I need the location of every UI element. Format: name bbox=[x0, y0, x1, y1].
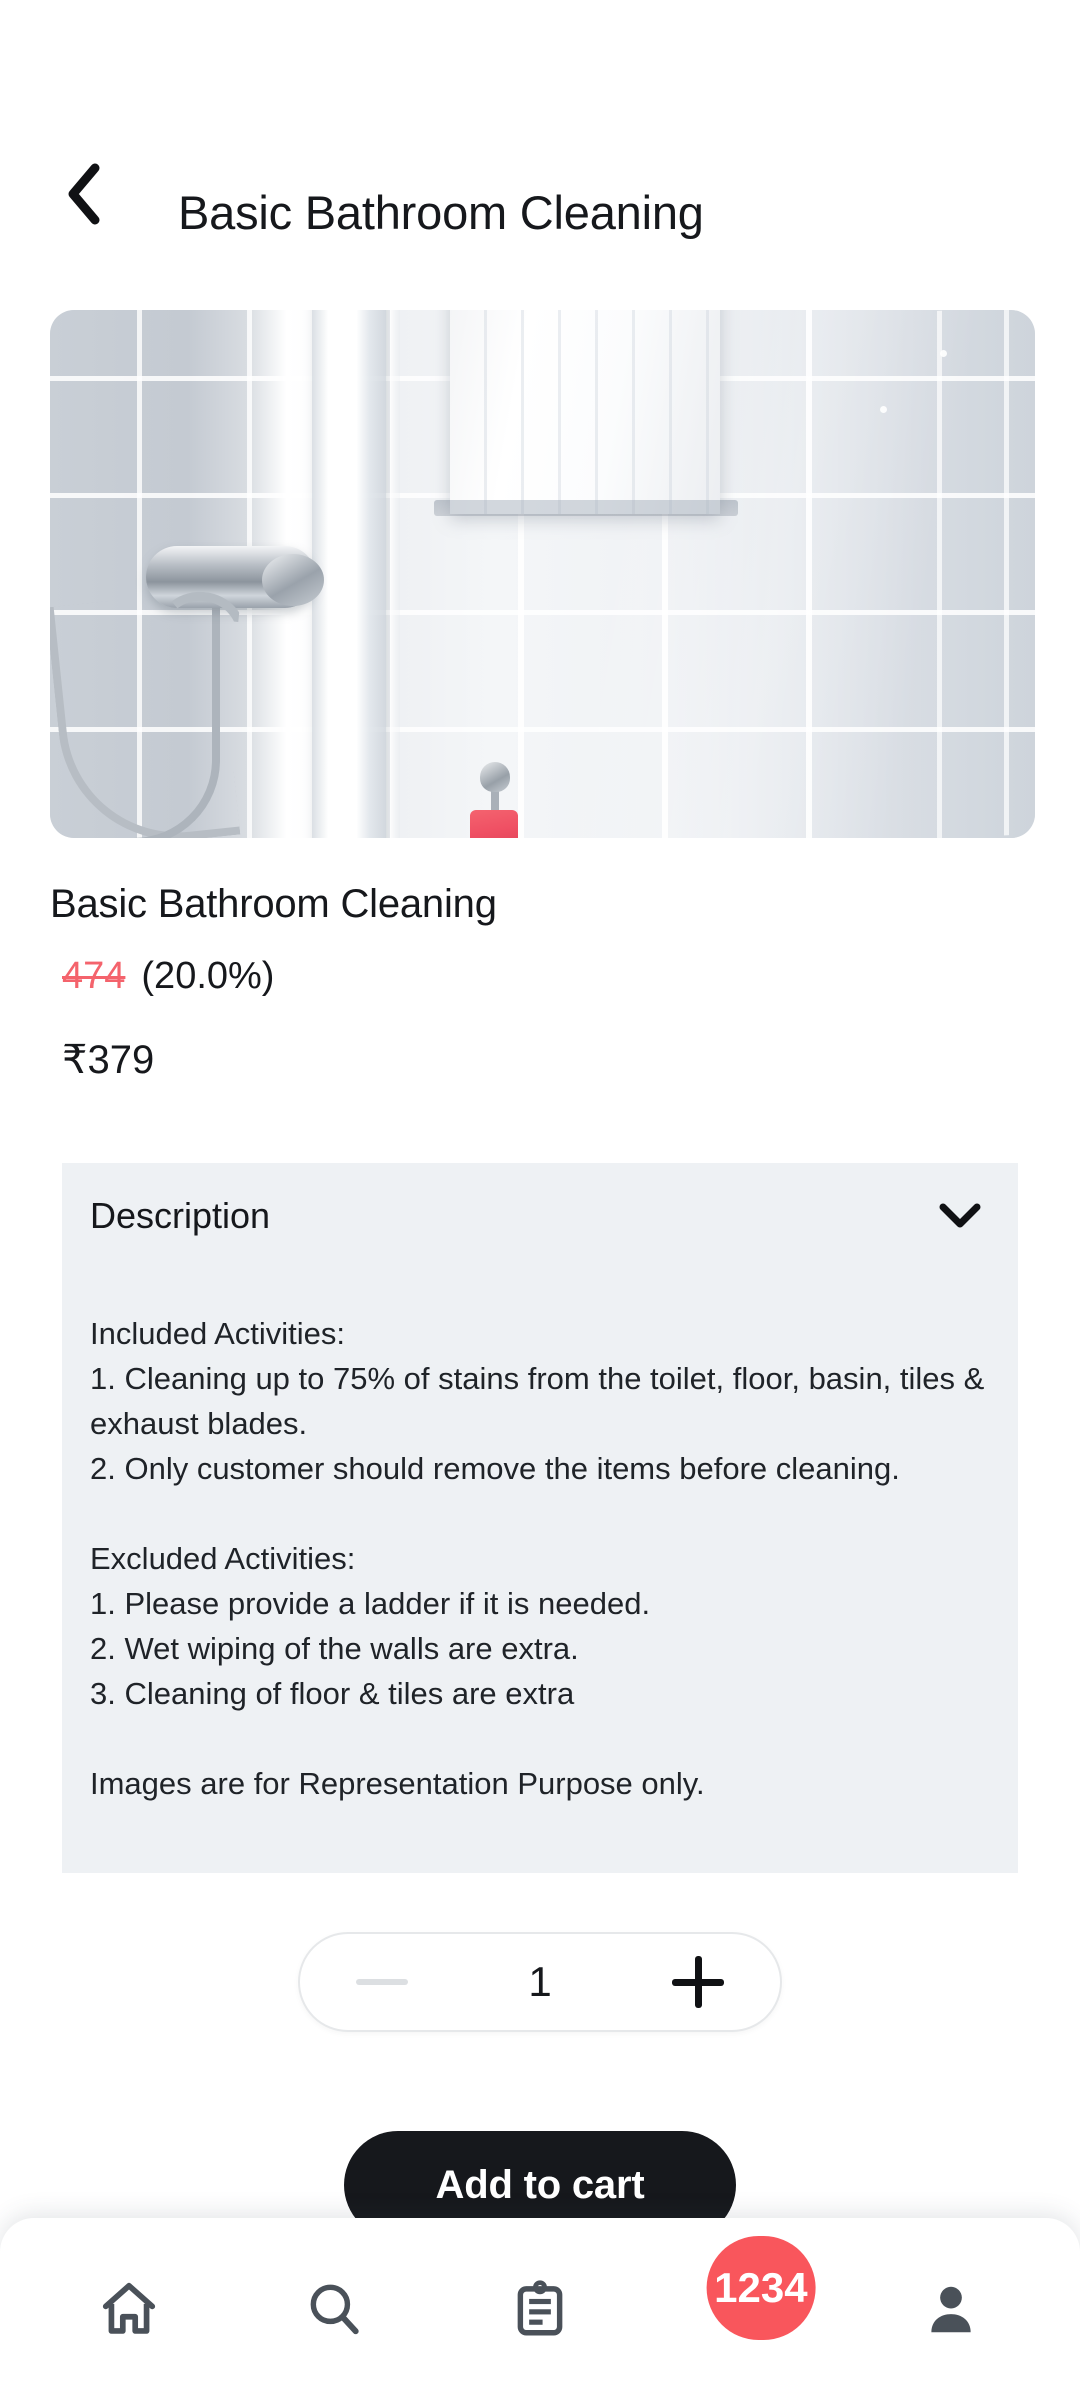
nav-item-home[interactable] bbox=[60, 2240, 198, 2378]
cart-badge: 1234 bbox=[706, 2236, 816, 2340]
decrement-button[interactable] bbox=[356, 1979, 408, 1985]
description-title: Description bbox=[90, 1195, 271, 1236]
increment-button[interactable] bbox=[671, 1956, 724, 2008]
search-icon bbox=[303, 2278, 365, 2340]
chevron-left-icon bbox=[61, 162, 107, 226]
hanging-towel bbox=[450, 310, 720, 514]
home-icon bbox=[98, 2278, 160, 2340]
wall-dot bbox=[940, 350, 947, 357]
wall-hook bbox=[480, 762, 510, 792]
product-name: Basic Bathroom Cleaning bbox=[50, 882, 497, 926]
description-toggle[interactable]: Description bbox=[62, 1163, 1018, 1269]
person-icon bbox=[920, 2278, 982, 2340]
tap-knob bbox=[262, 554, 324, 606]
discount-percent: (20.0%) bbox=[141, 955, 275, 997]
bathroom-photo bbox=[50, 310, 1035, 838]
page-title: Basic Bathroom Cleaning bbox=[178, 186, 704, 239]
nav-item-cart[interactable]: 1234 bbox=[677, 2236, 816, 2378]
nav-item-search[interactable] bbox=[265, 2240, 403, 2378]
description-body: Included Activities: 1. Cleaning up to 7… bbox=[90, 1316, 985, 1801]
back-button[interactable] bbox=[38, 148, 130, 240]
wall-dot bbox=[880, 406, 887, 413]
quantity-stepper[interactable]: 1 bbox=[298, 1932, 782, 2032]
quantity-value: 1 bbox=[528, 1958, 552, 2005]
description-card: Description Included Activities: 1. Clea… bbox=[62, 1163, 1018, 1873]
nav-item-orders[interactable] bbox=[471, 2240, 609, 2378]
clipboard-icon bbox=[509, 2278, 571, 2340]
towel-texture bbox=[450, 310, 720, 514]
price-row: 474 (20.0%) bbox=[62, 955, 274, 998]
bottom-navigation-bar: 1234 bbox=[0, 2218, 1080, 2400]
chevron-down-icon[interactable] bbox=[932, 1188, 988, 1244]
nav-item-profile[interactable] bbox=[882, 2240, 1020, 2378]
product-image[interactable] bbox=[50, 310, 1035, 838]
app-header: Basic Bathroom Cleaning bbox=[0, 0, 1080, 280]
pink-cloth bbox=[470, 810, 518, 838]
tile-grout-right bbox=[875, 310, 1035, 838]
final-price: ₹379 bbox=[62, 1038, 155, 1082]
shower-door-edge bbox=[390, 310, 400, 838]
original-price: 474 bbox=[62, 955, 126, 997]
shower-hose-loop bbox=[134, 606, 220, 838]
